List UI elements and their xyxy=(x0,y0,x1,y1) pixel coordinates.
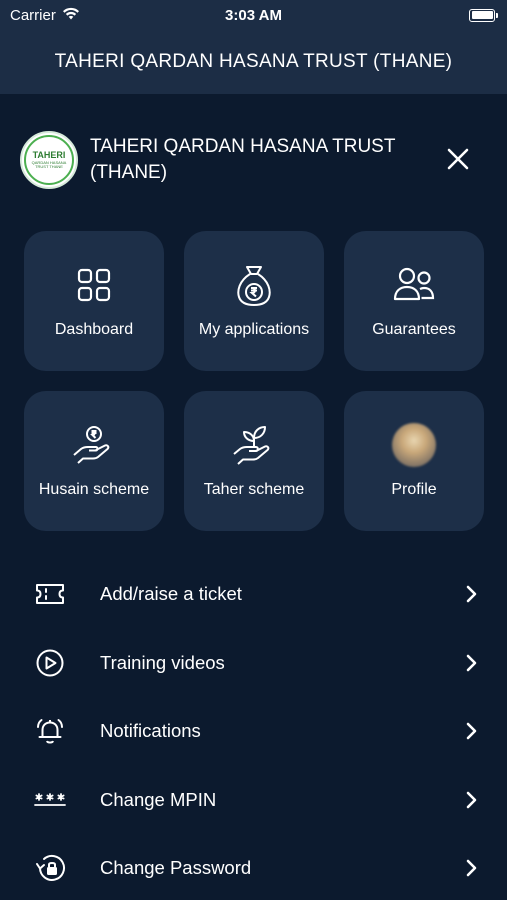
users-icon xyxy=(393,263,435,307)
wifi-icon xyxy=(62,7,80,24)
close-icon xyxy=(447,148,469,170)
menu-label: Change Password xyxy=(100,857,252,879)
logo-seal: TAHERI QARDAN HASANA TRUST THANE xyxy=(24,135,74,185)
tile-label: Guarantees xyxy=(372,321,456,338)
bell-icon xyxy=(32,713,68,749)
tile-profile[interactable]: Profile xyxy=(344,391,484,531)
tile-guarantees[interactable]: Guarantees xyxy=(344,231,484,371)
asterisks-icon xyxy=(32,782,68,818)
ticket-icon xyxy=(32,576,68,612)
menu-item-change-password[interactable]: Change Password xyxy=(0,834,507,900)
menu-label: Add/raise a ticket xyxy=(100,583,242,605)
grid-icon xyxy=(77,263,111,307)
menu-label: Training videos xyxy=(100,651,225,673)
menu-item-notifications[interactable]: Notifications xyxy=(0,697,507,766)
menu-list: Add/raise a ticket Training videos Notif… xyxy=(0,560,507,900)
chevron-right-icon xyxy=(465,654,479,672)
hand-plant-icon xyxy=(232,423,276,467)
tile-label: Husain scheme xyxy=(38,481,150,498)
play-circle-icon xyxy=(32,645,68,681)
tile-label: My applications xyxy=(198,321,310,338)
logo-subtext: QARDAN HASANA TRUST THANE xyxy=(31,159,67,169)
org-name: TAHERI QARDAN HASANA TRUST (THANE) xyxy=(90,136,396,183)
tile-husain-scheme[interactable]: Husain scheme xyxy=(24,391,164,531)
tile-grid: Dashboard My applications Guarantees Hus… xyxy=(24,231,484,531)
chevron-right-icon xyxy=(465,859,479,877)
tile-label: Dashboard xyxy=(54,321,134,338)
tile-label: Profile xyxy=(391,481,437,498)
lock-reset-icon xyxy=(32,850,68,886)
status-bar: Carrier 3:03 AM xyxy=(0,0,507,30)
menu-item-change-mpin[interactable]: Change MPIN xyxy=(0,766,507,835)
chevron-right-icon xyxy=(465,585,479,603)
close-button[interactable] xyxy=(443,144,473,174)
tile-taher-scheme[interactable]: Taher scheme xyxy=(184,391,324,531)
menu-item-add-ticket[interactable]: Add/raise a ticket xyxy=(0,560,507,629)
app-header: TAHERI QARDAN HASANA TRUST (THANE) xyxy=(0,30,507,94)
money-bag-icon xyxy=(235,263,273,307)
org-logo: TAHERI QARDAN HASANA TRUST THANE xyxy=(20,131,78,189)
avatar xyxy=(392,423,436,467)
status-left: Carrier xyxy=(10,7,80,24)
tile-my-applications[interactable]: My applications xyxy=(184,231,324,371)
org-row: TAHERI QARDAN HASANA TRUST THANE TAHERI … xyxy=(20,130,487,190)
tile-dashboard[interactable]: Dashboard xyxy=(24,231,164,371)
avatar-wrap xyxy=(392,423,436,467)
header-title: TAHERI QARDAN HASANA TRUST (THANE) xyxy=(54,51,453,72)
tile-label: Taher scheme xyxy=(203,481,305,498)
menu-item-training-videos[interactable]: Training videos xyxy=(0,629,507,698)
hand-coin-icon xyxy=(72,423,116,467)
battery-icon xyxy=(469,8,498,22)
menu-label: Change MPIN xyxy=(100,788,217,810)
chevron-right-icon xyxy=(465,722,479,740)
carrier-label: Carrier xyxy=(10,6,56,24)
chevron-right-icon xyxy=(465,791,479,809)
menu-label: Notifications xyxy=(100,720,201,742)
